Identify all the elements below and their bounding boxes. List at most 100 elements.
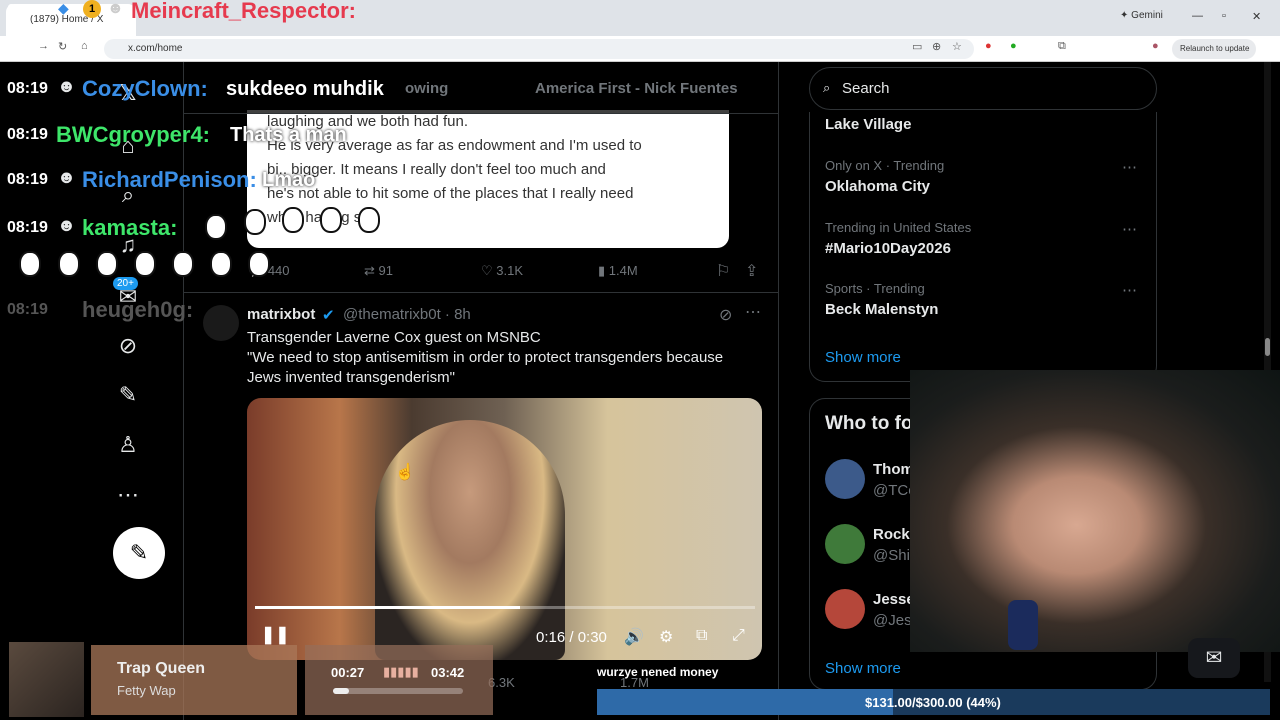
face-emote-icon <box>244 209 266 235</box>
streamer-webcam <box>910 370 1280 652</box>
face-emote-icon <box>134 251 156 277</box>
tweet-text: Transgender Laverne Cox guest on MSNBC "… <box>247 329 724 386</box>
repost-count: 91 <box>378 263 393 278</box>
face-emote-icon <box>320 207 342 233</box>
settings-gear-icon[interactable]: ⚙ <box>659 627 673 647</box>
trend-meta: Trending in United States <box>825 220 972 235</box>
pause-icon[interactable]: ❚❚ <box>261 625 290 645</box>
extensions-icon[interactable]: ⧉ <box>1058 40 1066 53</box>
song-title: Trap Queen <box>117 660 206 677</box>
close-icon[interactable]: ✕ <box>1252 10 1261 23</box>
song-current-time: 00:27 <box>331 665 365 680</box>
avatar[interactable] <box>203 305 239 341</box>
chat-username: kamasta: <box>82 215 178 240</box>
views-button[interactable]: ▮ 1.4M <box>598 263 638 279</box>
volume-icon[interactable]: 🔊 <box>624 627 644 647</box>
address-bar[interactable]: x.com/home <box>104 39 974 59</box>
video-time: 0:16 / 0:30 <box>536 629 607 646</box>
reload-icon[interactable]: ↻ <box>58 40 67 53</box>
bookmark-star-icon[interactable]: ☆ <box>952 40 962 53</box>
avatar[interactable] <box>825 589 865 629</box>
video-progress-fill <box>255 606 520 609</box>
song-progress-track <box>333 688 463 694</box>
trend-meta: Sports · Trending <box>825 281 925 296</box>
more-icon[interactable]: ⋯ <box>113 482 143 508</box>
face-emote-icon <box>248 251 270 277</box>
bookmark-icon[interactable]: ⚐ <box>716 261 730 281</box>
face-emote-icon <box>205 214 227 240</box>
equalizer-icon: ▮▮▮▮▮ <box>383 664 419 679</box>
chat-message: sukdeeo muhdik <box>226 78 384 100</box>
donation-goal-text: $131.00/$300.00 (44%) <box>865 695 1001 710</box>
lists-icon[interactable]: ✎ <box>113 382 143 408</box>
chat-timestamp: 08:19 <box>7 80 48 97</box>
music-progress-card <box>305 645 493 715</box>
home-icon[interactable]: ⌂ <box>81 40 88 52</box>
subscriber-badge-icon: 1 <box>83 0 101 18</box>
grok-icon[interactable]: ⊘ <box>719 305 732 325</box>
gemini-button[interactable]: ✦ Gemini <box>1120 10 1163 21</box>
left-navigation <box>0 62 183 720</box>
share-icon[interactable]: ⇪ <box>745 261 758 281</box>
chat-emote-icon: ☻ <box>57 167 76 187</box>
extension-icon[interactable]: ● <box>985 40 992 52</box>
maximize-icon[interactable]: ▫ <box>1222 10 1226 22</box>
verified-icon: ✔ <box>322 307 335 324</box>
chat-username: Meincraft_Respector: <box>131 0 356 23</box>
minimize-icon[interactable]: — <box>1192 10 1203 22</box>
trend-more-icon[interactable]: ⋯ <box>1122 281 1137 299</box>
search-input[interactable]: Search <box>809 67 1157 110</box>
song-duration: 03:42 <box>431 665 465 680</box>
trend-name[interactable]: #Mario10Day2026 <box>825 240 951 257</box>
chat-timestamp: 08:19 <box>7 219 48 236</box>
donation-message: wurzye nened money <box>597 665 719 679</box>
tweet-author-handle[interactable]: @thematrixb0t · 8h <box>343 306 471 323</box>
chat-emote-icon: ☻ <box>57 215 76 235</box>
tab-america-first[interactable]: America First - Nick Fuentes <box>535 80 738 97</box>
microphone <box>1008 600 1038 650</box>
view-count: 1.4M <box>608 263 638 278</box>
messages-drawer-button[interactable]: ✉ <box>1188 638 1240 678</box>
repost-button[interactable]: ⇄ 91 <box>364 263 393 279</box>
extension-icon[interactable]: ● <box>1010 40 1017 52</box>
show-more-link[interactable]: Show more <box>825 660 901 677</box>
compose-post-button[interactable]: ✎ <box>113 527 165 579</box>
trend-name[interactable]: Lake Village <box>825 116 911 133</box>
chat-username: CozyClown: <box>82 76 208 101</box>
avatar[interactable] <box>825 524 865 564</box>
grok-icon[interactable]: ⊘ <box>113 333 143 359</box>
now-playing-card <box>91 645 297 715</box>
zoom-icon[interactable]: ⊕ <box>932 40 941 53</box>
fullscreen-icon[interactable]: ⤢ <box>732 627 745 645</box>
trend-name[interactable]: Beck Malenstyn <box>825 301 938 318</box>
like-button[interactable]: ♡ 3.1K <box>481 263 523 279</box>
follow-name[interactable]: Jesse <box>873 591 915 608</box>
more-options-icon[interactable]: ⋯ <box>745 302 761 322</box>
trend-more-icon[interactable]: ⋯ <box>1122 158 1137 176</box>
chat-timestamp: 08:19 <box>7 301 48 318</box>
reply-count: 440 <box>267 263 290 278</box>
trend-name[interactable]: Oklahoma City <box>825 178 930 195</box>
show-more-link[interactable]: Show more <box>825 349 901 366</box>
face-emote-icon <box>58 251 80 277</box>
picture-in-picture-icon[interactable]: ⧉ <box>696 627 707 645</box>
cast-icon[interactable]: ▭ <box>912 40 922 53</box>
like-count: 3.1K <box>496 263 524 278</box>
relaunch-button[interactable]: Relaunch to update <box>1172 39 1256 59</box>
profile-icon[interactable]: ● <box>1152 40 1159 52</box>
avatar[interactable] <box>825 459 865 499</box>
forward-icon[interactable]: → <box>38 40 49 52</box>
badge-icon: ◆ <box>58 0 69 16</box>
face-emote-icon <box>210 251 232 277</box>
chat-username: BWCgroyper4: <box>56 122 211 147</box>
donation-goal-fill <box>597 689 894 715</box>
tab-following[interactable]: owing <box>405 80 448 97</box>
tweet-author-name[interactable]: matrixbot <box>247 306 315 323</box>
profile-nav-icon[interactable]: ♙ <box>113 432 143 458</box>
chat-message: Lmao <box>262 169 316 191</box>
scrollbar-thumb[interactable] <box>1265 338 1270 356</box>
search-icon: ⌕ <box>823 80 831 95</box>
mouse-cursor-icon: ☝ <box>395 464 415 481</box>
trend-more-icon[interactable]: ⋯ <box>1122 220 1137 238</box>
emote-icon: ☻ <box>107 0 124 17</box>
